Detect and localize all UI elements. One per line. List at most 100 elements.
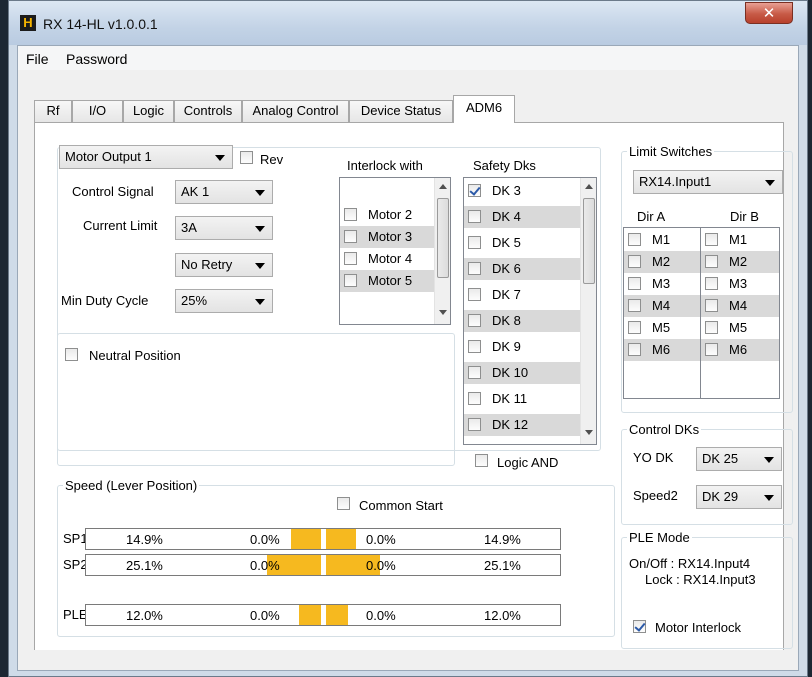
sp2-bar[interactable]: 25.1% 0.0% 0.0% 25.1% (85, 554, 561, 576)
list-item[interactable]: M1 (701, 229, 779, 251)
safety-dk10-checkbox[interactable] (468, 366, 481, 379)
dir-b-m6-checkbox[interactable] (705, 343, 718, 356)
current-limit-select[interactable]: 3A (175, 216, 273, 240)
ple-lock-text: Lock : RX14.Input3 (645, 572, 756, 587)
list-item[interactable]: M2 (624, 251, 700, 273)
list-item[interactable]: M2 (701, 251, 779, 273)
sp1-bar[interactable]: 14.9% 0.0% 0.0% 14.9% (85, 528, 561, 550)
control-signal-label: Control Signal (72, 184, 154, 199)
safety-dk6-checkbox[interactable] (468, 262, 481, 275)
list-item[interactable]: DK 12 (464, 414, 580, 436)
close-button[interactable]: ✕ (745, 2, 793, 24)
dir-b-item-label: M1 (729, 232, 748, 247)
rev-checkbox[interactable] (240, 151, 253, 164)
interlock-scrollbar[interactable] (434, 178, 450, 324)
tab-adm6[interactable]: ADM6 (453, 95, 515, 123)
limit-switch-input-select[interactable]: RX14.Input1 (633, 170, 783, 194)
dir-b-m5-checkbox[interactable] (705, 321, 718, 334)
scroll-down-icon[interactable] (585, 430, 593, 435)
list-item[interactable]: DK 9 (464, 336, 580, 358)
list-item[interactable]: DK 8 (464, 310, 580, 332)
dir-a-label: Dir A (637, 209, 666, 224)
tab-logic[interactable]: Logic (123, 100, 174, 122)
dir-a-m5-checkbox[interactable] (628, 321, 641, 334)
interlock-motor4-checkbox[interactable] (344, 252, 357, 265)
common-start-checkbox[interactable] (337, 497, 350, 510)
interlock-motor2-checkbox[interactable] (344, 208, 357, 221)
list-item[interactable]: M5 (624, 317, 700, 339)
menu-file[interactable]: File (26, 51, 49, 67)
safety-dk4-checkbox[interactable] (468, 210, 481, 223)
dir-b-label: Dir B (730, 209, 759, 224)
tab-controls[interactable]: Controls (174, 100, 242, 122)
safety-dk12-checkbox[interactable] (468, 418, 481, 431)
list-item[interactable]: Motor 3 (340, 226, 434, 248)
min-duty-select[interactable]: 25% (175, 289, 273, 313)
tab-analog-control[interactable]: Analog Control (242, 100, 349, 122)
dir-b-m4-checkbox[interactable] (705, 299, 718, 312)
safety-dks-list[interactable]: DK 3 DK 4 DK 5 DK 6 DK 7 DK 8 DK 9 DK 10… (463, 177, 597, 445)
motor-output-select[interactable]: Motor Output 1 (59, 145, 233, 169)
dir-a-m4-checkbox[interactable] (628, 299, 641, 312)
list-item[interactable]: M6 (624, 339, 700, 361)
dir-b-m2-checkbox[interactable] (705, 255, 718, 268)
list-item[interactable]: M5 (701, 317, 779, 339)
interlock-title: Interlock with (347, 158, 423, 173)
dir-a-m1-checkbox[interactable] (628, 233, 641, 246)
dir-a-m6-checkbox[interactable] (628, 343, 641, 356)
safety-item-label: DK 8 (492, 313, 521, 328)
motor-interlock-checkbox[interactable] (633, 620, 646, 633)
adm6-panel: Motor Output 1 Rev Control Signal AK 1 C… (34, 122, 793, 654)
list-item[interactable]: Motor 5 (340, 270, 434, 292)
neutral-position-checkbox[interactable] (65, 348, 78, 361)
list-item[interactable]: M3 (701, 273, 779, 295)
list-item[interactable]: Motor 2 (340, 204, 434, 226)
list-item[interactable]: DK 6 (464, 258, 580, 280)
list-item[interactable]: M4 (624, 295, 700, 317)
interlock-motor3-checkbox[interactable] (344, 230, 357, 243)
interlock-list[interactable]: Motor 2 Motor 3 Motor 4 Motor 5 (339, 177, 451, 325)
logic-and-checkbox[interactable] (475, 454, 488, 467)
list-item[interactable]: DK 4 (464, 206, 580, 228)
list-item[interactable]: M3 (624, 273, 700, 295)
list-item[interactable]: M4 (701, 295, 779, 317)
retry-select[interactable]: No Retry (175, 253, 273, 277)
safety-dk3-checkbox[interactable] (468, 184, 481, 197)
dir-b-m3-checkbox[interactable] (705, 277, 718, 290)
interlock-motor5-checkbox[interactable] (344, 274, 357, 287)
speed2-select[interactable]: DK 29 (696, 485, 782, 509)
list-item[interactable]: DK 11 (464, 388, 580, 410)
dir-a-list[interactable]: M1 M2 M3 M4 M5 M6 (623, 227, 701, 399)
scroll-thumb[interactable] (583, 198, 595, 284)
ple-bar[interactable]: 12.0% 0.0% 0.0% 12.0% (85, 604, 561, 626)
list-item[interactable]: DK 3 (464, 180, 580, 202)
scroll-up-icon[interactable] (439, 184, 447, 189)
menu-password[interactable]: Password (66, 51, 127, 67)
safety-dk9-checkbox[interactable] (468, 340, 481, 353)
tab-rf[interactable]: Rf (34, 100, 72, 122)
list-item[interactable]: M6 (701, 339, 779, 361)
list-item[interactable]: DK 10 (464, 362, 580, 384)
safety-dk7-checkbox[interactable] (468, 288, 481, 301)
scroll-down-icon[interactable] (439, 310, 447, 315)
dir-a-m3-checkbox[interactable] (628, 277, 641, 290)
tab-device-status[interactable]: Device Status (349, 100, 453, 122)
scroll-thumb[interactable] (437, 198, 449, 278)
safety-dk8-checkbox[interactable] (468, 314, 481, 327)
safety-dk5-checkbox[interactable] (468, 236, 481, 249)
dir-b-m1-checkbox[interactable] (705, 233, 718, 246)
ple-value-3: 0.0% (366, 608, 396, 623)
safety-scrollbar[interactable] (580, 178, 596, 444)
list-item[interactable]: DK 7 (464, 284, 580, 306)
dir-a-item-label: M5 (652, 320, 671, 335)
safety-dk11-checkbox[interactable] (468, 392, 481, 405)
dir-a-m2-checkbox[interactable] (628, 255, 641, 268)
scroll-up-icon[interactable] (585, 184, 593, 189)
yo-dk-select[interactable]: DK 25 (696, 447, 782, 471)
tab-io[interactable]: I/O (72, 100, 123, 122)
control-signal-select[interactable]: AK 1 (175, 180, 273, 204)
list-item[interactable]: DK 5 (464, 232, 580, 254)
list-item[interactable]: Motor 4 (340, 248, 434, 270)
dir-b-list[interactable]: M1 M2 M3 M4 M5 M6 (700, 227, 780, 399)
list-item[interactable]: M1 (624, 229, 700, 251)
